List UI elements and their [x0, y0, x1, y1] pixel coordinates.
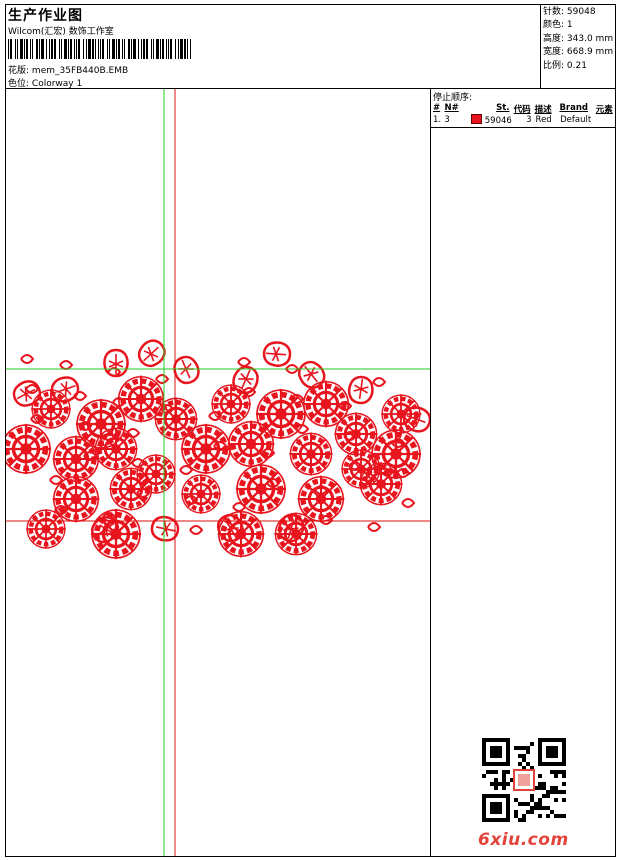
- colorway-label: 色位:: [8, 79, 30, 89]
- barcode-icon: [8, 39, 191, 59]
- thread-color-swatch: [470, 114, 482, 124]
- stat-width: 宽度: 668.9 mm: [543, 47, 614, 58]
- colorway-name: Colorway 1: [31, 79, 83, 89]
- watermark-logo: 6xiu.com: [478, 830, 569, 850]
- stat-colors: 颜色: 1: [543, 20, 573, 31]
- table-row: 1. 3 59046 3 Red Default: [431, 114, 615, 128]
- stat-scale: 比例: 0.21: [543, 60, 587, 71]
- colorway-line: 色位: Colorway 1: [8, 76, 82, 89]
- stop-table-header: # N# St. 代码 描述 Brand 元素: [433, 103, 613, 115]
- design-file-line: 花版: mem_35FB440B.EMB: [8, 63, 128, 76]
- production-sheet: 生产作业图 Wilcom(汇宏) 数饰工作室 花版: mem_35FB440B.…: [5, 4, 616, 857]
- qr-code-icon: [482, 738, 566, 822]
- page-title: 生产作业图: [8, 8, 83, 24]
- studio-subtitle: Wilcom(汇宏) 数饰工作室: [8, 27, 114, 37]
- stop-sequence-panel: 停止顺序: # N# St. 代码 描述 Brand 元素 1. 3 59046…: [431, 89, 615, 128]
- embroidery-canvas: [6, 89, 430, 856]
- stop-sequence-title: 停止顺序:: [433, 93, 473, 103]
- stat-stitches: 针数: 59048: [543, 7, 596, 17]
- design-file-name: mem_35FB440B.EMB: [31, 66, 129, 76]
- stat-height: 高度: 343.0 mm: [543, 33, 614, 44]
- header-block: 生产作业图 Wilcom(汇宏) 数饰工作室 花版: mem_35FB440B.…: [6, 5, 541, 89]
- design-label: 花版:: [8, 66, 30, 76]
- stats-block: 针数: 59048 颜色: 1 高度: 343.0 mm 宽度: 668.9 m…: [541, 5, 615, 89]
- design-preview: [6, 89, 431, 856]
